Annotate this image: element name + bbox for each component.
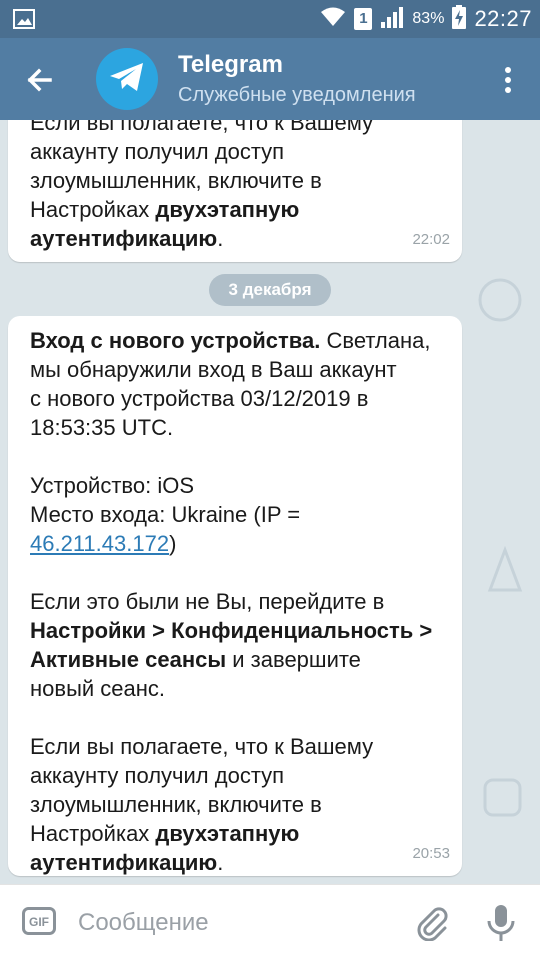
message-line: Если вы полагаете, что к Вашему [30,120,374,135]
message-line: Вход с нового устройства. Светлана, [30,326,442,355]
text-span: и завершите [226,647,361,672]
message-line: злоумышленник, включите в [30,792,322,817]
status-bar: 1 83% 22:27 [0,0,540,38]
gif-label: GIF [29,915,49,929]
message-bubble[interactable]: Если вы полагаете, что к Вашему аккаунту… [8,120,462,262]
message-line: Настройках двухэтапную [30,195,442,224]
wifi-icon [320,6,346,33]
message-line: Если это были не Вы, перейдите в [30,589,385,614]
battery-charging-icon [452,4,467,34]
message-line: с нового устройства 03/12/2019 в [30,386,369,411]
message-line: Место входа: Ukraine (IP = [30,502,301,527]
text-span: Настройках [30,821,156,846]
message-input-bar: GIF Сообщение [0,884,540,961]
message-line: 46.211.43.172) [30,529,442,558]
message-line: 18:53:35 UTC. [30,415,174,440]
app-bar: Telegram Служебные уведомления [0,38,540,120]
message-line: новый сеанс. [30,676,166,701]
message-line: аутентификацию. [30,848,442,877]
message-time: 20:53 [412,845,450,862]
bold-text: двухэтапную [155,821,300,846]
message-line: мы обнаружили вход в Ваш аккаунт [30,357,397,382]
ip-link[interactable]: 46.211.43.172 [30,531,169,556]
signal-icon [380,6,404,33]
message-line: Настройках двухэтапную [30,819,442,848]
clock: 22:27 [474,6,532,31]
text-span: Светлана, [320,328,431,353]
bold-text: Вход с нового устройства. [30,328,321,353]
telegram-logo-icon [108,61,146,98]
message-line: аутентификацию. [30,224,442,253]
gif-icon[interactable]: GIF [22,907,56,935]
message-bubble[interactable]: Вход с нового устройства. Светлана, мы о… [8,316,462,876]
message-line: Активные сеансы и завершите [30,645,442,674]
bold-text: Активные сеансы [30,647,227,672]
battery-percent: 83% [412,10,445,27]
bold-text: двухэтапную [155,197,300,222]
chat-area[interactable]: Если вы полагаете, что к Вашему аккаунту… [0,120,540,884]
message-line: аккаунту получил доступ [30,139,285,164]
chat-title[interactable]: Telegram [178,51,283,79]
more-vert-icon[interactable] [498,62,518,98]
bold-text: Настройки > Конфиденциальность > [30,618,433,643]
message-input[interactable]: Сообщение [78,905,378,941]
background-doodle [487,545,523,592]
text-span: ) [169,531,177,556]
avatar[interactable] [96,48,158,110]
chat-subtitle: Служебные уведомления [178,84,416,106]
back-arrow-icon[interactable] [20,60,60,100]
bold-text: аутентификацию [30,226,218,251]
bold-text: аутентификацию [30,850,218,875]
background-doodle [478,278,522,322]
paperclip-icon[interactable] [414,905,450,942]
message-line: злоумышленник, включите в [30,168,322,193]
text-span: . [217,226,224,251]
message-line: Если вы полагаете, что к Вашему [30,734,374,759]
message-line: аккаунту получил доступ [30,763,285,788]
sim-icon: 1 [354,8,373,30]
message-time: 22:02 [412,231,450,248]
date-separator: 3 декабря [209,274,331,306]
gallery-icon [12,7,36,31]
text-span: Настройках [30,197,156,222]
message-line: Настройки > Конфиденциальность > [30,616,442,645]
message-line: Устройство: iOS [30,473,194,498]
text-span: . [217,850,224,875]
background-doodle [483,778,522,817]
microphone-icon[interactable] [484,903,518,943]
